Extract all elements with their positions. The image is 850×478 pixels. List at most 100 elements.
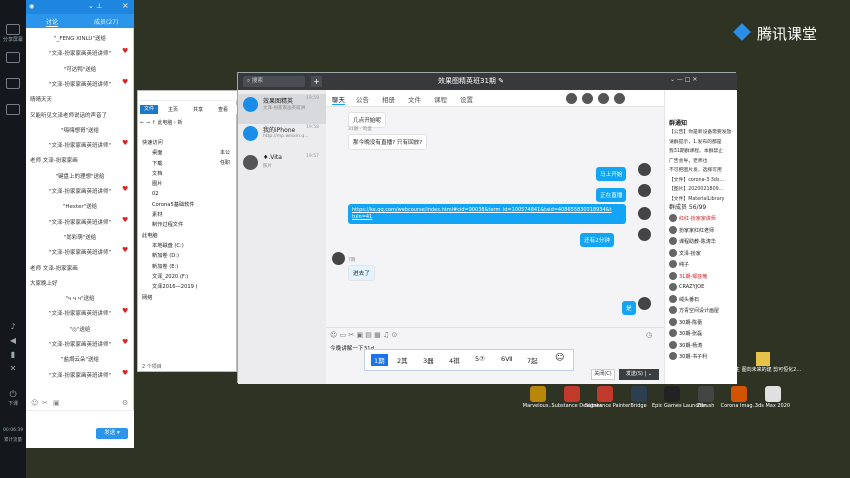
nav-tree-item[interactable]: 制作过程文件 (152, 221, 183, 228)
emoji-icon[interactable]: ☺ (31, 399, 38, 407)
history-icon[interactable]: ◷ (646, 331, 652, 339)
chat-video-icon[interactable] (582, 93, 593, 104)
link-line-2[interactable]: tuin=41 (352, 214, 622, 221)
ime-emoji-icon[interactable]: ☺ (555, 353, 564, 363)
nav-tree-item[interactable]: 网络 (142, 294, 152, 301)
ime-candidate[interactable]: 1期 (371, 354, 388, 366)
member-name[interactable]: 方青空间设计画屋 (679, 307, 719, 314)
rail-button-4[interactable] (3, 104, 23, 116)
end-class-button[interactable]: ⏻ 下课 (3, 390, 23, 407)
conversation-item[interactable]: 效果图精英 19:59 文泽-扮家家画英班讲 (238, 94, 326, 124)
sender-avatar-icon[interactable] (638, 297, 651, 310)
nav-tree-item[interactable]: 文泽2016—2019 ( (152, 283, 198, 290)
member-name[interactable]: 30期-张磊 (679, 330, 702, 337)
chat-screen-share-icon[interactable] (598, 93, 609, 104)
chat-more-icon[interactable] (614, 93, 625, 104)
rail-button-2[interactable] (3, 52, 23, 64)
nav-tree-item[interactable]: Corona5基础软件 (152, 201, 195, 208)
member-name[interactable]: 文泽-扮家 (679, 250, 701, 257)
member-name[interactable]: 纯子 (679, 261, 689, 268)
ime-candidate[interactable]: 2其 (397, 355, 408, 365)
chat-phone-icon[interactable] (566, 93, 577, 104)
sender-avatar-icon[interactable] (638, 163, 651, 176)
app-icon[interactable] (731, 386, 747, 402)
nav-tree-item[interactable]: 文泽_2020 (F:) (152, 273, 188, 280)
pin-icon[interactable]: ⌄ ⊥ (88, 2, 102, 10)
member-name[interactable]: 绒头番石 (679, 296, 699, 303)
conversation-item[interactable]: ♦.Vita 19:57 照片 (238, 152, 326, 182)
mic-button[interactable]: ♪ (3, 322, 23, 331)
nav-tree-item[interactable]: 新加卷 (E:) (152, 263, 178, 270)
ime-candidate[interactable]: 6Ⅶ (501, 355, 512, 363)
sender-avatar-icon[interactable] (638, 228, 651, 241)
image-icon[interactable]: ▣ (53, 399, 60, 407)
link-line-1[interactable]: https://ke.qq.com/webcourse/index.html#c… (352, 207, 622, 214)
expand-button[interactable]: ✕ (3, 364, 23, 373)
member-name[interactable]: 课程助教-陈涛华 (679, 238, 716, 245)
chat-tab[interactable]: 相册 (382, 94, 395, 104)
nav-tree-item[interactable]: 素材 (152, 211, 162, 218)
sender-avatar-icon[interactable] (638, 207, 651, 220)
nav-tree-item[interactable]: 本地磁盘 (C:) (152, 242, 184, 249)
chat-tab[interactable]: 文件 (408, 94, 421, 104)
rail-button-3[interactable] (3, 78, 23, 90)
nav-tree-item[interactable]: 02 (152, 191, 159, 197)
nav-tree-item[interactable]: 桌面 (152, 149, 162, 156)
app-icon[interactable] (597, 386, 613, 402)
share-screen-button[interactable]: 分享屏幕 (3, 24, 23, 43)
link-message[interactable]: https://ke.qq.com/webcourse/index.html#c… (348, 204, 626, 224)
send-button[interactable]: 发送 ▾ (96, 428, 128, 439)
qq-search-input[interactable]: ⌕ 搜索 (243, 76, 305, 87)
ime-candidate[interactable]: 4祺 (449, 355, 460, 365)
chat-tab[interactable]: 公告 (356, 94, 369, 104)
nav-tree-item[interactable]: 图片 (152, 180, 162, 187)
explorer-file-1[interactable]: 本公 (220, 149, 230, 156)
composer-toolbar-icons[interactable]: ☺ ▭ ✂ ▣ ▤ ▦ ♫ ⊙ (330, 331, 397, 339)
app-icon[interactable] (664, 386, 680, 402)
nav-tree-item[interactable]: 文档 (152, 170, 162, 177)
chat-tab[interactable]: 设置 (460, 94, 473, 104)
ime-candidate[interactable]: 7起 (527, 355, 538, 365)
add-icon[interactable]: + (311, 76, 322, 87)
ime-candidate[interactable]: 5⑦ (475, 355, 485, 363)
window-controls[interactable]: ⌄ — □ ✕ (670, 76, 697, 83)
nav-tree-item[interactable]: 新加卷 (D:) (152, 252, 179, 259)
app-icon[interactable] (630, 386, 647, 402)
member-name[interactable]: 扮家家红红老师 (679, 227, 714, 234)
speaker-button[interactable]: ◀ (3, 336, 23, 345)
member-name[interactable]: 30期-书子利 (679, 353, 707, 360)
member-name[interactable]: 红红-扮家家讲师 (679, 215, 716, 222)
send-message-button[interactable]: 发送(S) | ⌄ (619, 369, 659, 380)
scissors-icon[interactable]: ✂ (42, 399, 48, 407)
nav-tree-item[interactable]: 此电脑 (142, 232, 158, 239)
app-icon[interactable] (563, 386, 580, 402)
ribbon-tab-view[interactable]: 查看 (218, 106, 228, 113)
chat-tab[interactable]: 课程 (434, 94, 447, 104)
member-name[interactable]: 30期-陈蕾 (679, 319, 702, 326)
desktop-folder-icon[interactable] (756, 352, 770, 366)
app-icon[interactable] (697, 386, 714, 402)
tab-members[interactable]: 成员(27) (94, 17, 118, 26)
ribbon-tab-home[interactable]: 主页 (168, 106, 178, 113)
settings-icon[interactable]: ⚙ (122, 399, 128, 407)
tab-discussion[interactable]: 讨论 (46, 17, 59, 27)
sender-avatar-icon[interactable] (638, 184, 651, 197)
chat-tab[interactable]: 聊天 (332, 94, 345, 105)
ime-candidate[interactable]: 3器 (423, 355, 434, 365)
nav-tree-item[interactable]: 下载 (152, 160, 162, 167)
ribbon-tab-share[interactable]: 共享 (193, 106, 203, 113)
nav-tree-item[interactable]: 快速访问 (142, 139, 163, 146)
explorer-address-bar[interactable]: ← → ↑ 此电脑 › 新 (140, 119, 236, 128)
app-icon[interactable] (764, 386, 781, 402)
close-button[interactable]: 关闭(C) (591, 369, 615, 380)
stats-button[interactable]: ▮ (3, 350, 23, 359)
explorer-file-2[interactable]: 任职 (220, 159, 230, 166)
app-icon[interactable] (530, 386, 546, 402)
close-icon[interactable]: × (122, 1, 129, 10)
member-name[interactable]: 31期-邹亚楠 (679, 273, 707, 280)
conversation-item[interactable]: 我的iPhone 19:58 http://mp.weixin.q... (238, 123, 326, 153)
member-name[interactable]: CRAZYJOE (679, 284, 704, 290)
member-name[interactable]: 30期-杨涛 (679, 342, 702, 349)
sender-avatar-icon[interactable] (332, 252, 345, 265)
ribbon-tab-file[interactable]: 文件 (140, 105, 158, 114)
